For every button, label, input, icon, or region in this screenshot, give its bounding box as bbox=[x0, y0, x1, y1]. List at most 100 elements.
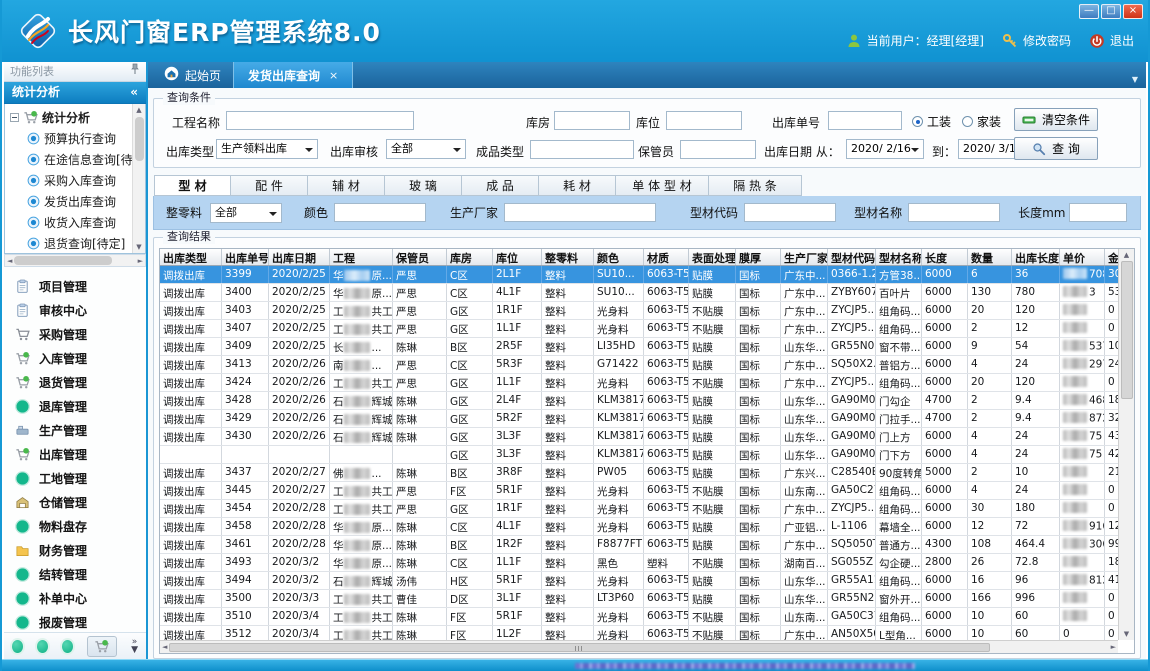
tab-list-caret-icon[interactable]: ▼ bbox=[1132, 75, 1138, 84]
scroll-left-icon[interactable]: ◄ bbox=[162, 641, 167, 653]
table-row[interactable]: 调拨出库34582020/2/28华原...陈琳C区4L1F整料光身料6063-… bbox=[160, 518, 1118, 536]
tree-hscroll-thumb[interactable] bbox=[14, 256, 112, 265]
column-header[interactable]: 库位 bbox=[493, 249, 542, 265]
material-tab[interactable]: 配 件 bbox=[231, 175, 308, 196]
tree-horizontal-scrollbar[interactable]: ◄ ► bbox=[4, 254, 146, 267]
project-name-input[interactable] bbox=[226, 111, 414, 130]
color-input[interactable] bbox=[334, 203, 426, 222]
scroll-right-icon[interactable]: ► bbox=[138, 255, 143, 267]
tab-close-icon[interactable]: × bbox=[329, 69, 338, 82]
table-row[interactable]: 调拨出库33992020/2/25华原...严思C区2L1F整料SU10...6… bbox=[160, 266, 1118, 284]
material-tab[interactable]: 耗 材 bbox=[539, 175, 616, 196]
table-row[interactable]: 调拨出库34942020/3/2石辉城汤伟H区5R1F整料光身料6063-T5贴… bbox=[160, 572, 1118, 590]
material-tab[interactable]: 辅 材 bbox=[308, 175, 385, 196]
scroll-right-icon[interactable]: ► bbox=[1111, 641, 1116, 653]
column-header[interactable]: 表面处理 bbox=[689, 249, 736, 265]
window-maximize-button[interactable]: □ bbox=[1101, 4, 1121, 19]
sidebar-item[interactable]: 结转管理 bbox=[4, 562, 146, 586]
search-button[interactable]: 查 询 bbox=[1014, 137, 1098, 160]
tree-item[interactable]: 预算执行查询 bbox=[10, 128, 145, 149]
scroll-left-icon[interactable]: ◄ bbox=[7, 255, 12, 267]
location-input[interactable] bbox=[666, 111, 742, 130]
column-header[interactable]: 材质 bbox=[644, 249, 689, 265]
module-dot-icon[interactable] bbox=[37, 640, 48, 653]
tab-shipping-outbound-query[interactable]: 发货出库查询 × bbox=[233, 62, 353, 88]
table-vscroll-thumb[interactable] bbox=[1121, 261, 1133, 399]
column-header[interactable]: 出库长度 bbox=[1012, 249, 1060, 265]
column-header[interactable]: 出库单号 bbox=[222, 249, 269, 265]
module-dot-icon[interactable] bbox=[62, 640, 73, 653]
sidebar-item[interactable]: 退货管理 bbox=[4, 370, 146, 394]
tree-root[interactable]: 统计分析 bbox=[10, 107, 145, 128]
table-row[interactable]: 调拨出库34302020/2/26石辉城陈琳G区3L3F整料KLM3817606… bbox=[160, 428, 1118, 446]
pin-icon[interactable] bbox=[130, 62, 140, 81]
material-tab[interactable]: 型 材 bbox=[154, 175, 231, 196]
tree-item[interactable]: 发货出库查询 bbox=[10, 191, 145, 212]
radio-homewear[interactable]: 家装 bbox=[962, 113, 1001, 130]
column-header[interactable]: 膜厚 bbox=[736, 249, 781, 265]
column-header[interactable]: 型材名称 bbox=[876, 249, 922, 265]
sidebar-item[interactable]: 采购管理 bbox=[4, 322, 146, 346]
scroll-up-icon[interactable]: ▲ bbox=[1124, 249, 1129, 261]
profile-name-input[interactable] bbox=[908, 203, 1000, 222]
sidebar-item[interactable]: 审核中心 bbox=[4, 298, 146, 322]
sidebar-item[interactable]: 生产管理 bbox=[4, 418, 146, 442]
audit-select[interactable]: 全部 bbox=[386, 139, 466, 159]
column-header[interactable]: 出库日期 bbox=[269, 249, 330, 265]
sidebar-item[interactable]: 入库管理 bbox=[4, 346, 146, 370]
table-horizontal-scrollbar[interactable]: ◄ ► bbox=[160, 640, 1118, 653]
factory-input[interactable] bbox=[504, 203, 656, 222]
tree-item[interactable]: 收货入库查询 bbox=[10, 212, 145, 233]
material-tab[interactable]: 单 体 型 材 bbox=[616, 175, 709, 196]
table-row[interactable]: 调拨出库34292020/2/26石辉城陈琳G区5R2F整料KLM3817606… bbox=[160, 410, 1118, 428]
sidebar-item[interactable]: 补单中心 bbox=[4, 586, 146, 610]
radio-workwear[interactable]: 工装 bbox=[912, 113, 951, 130]
whole-part-select[interactable]: 全部 bbox=[210, 203, 282, 223]
table-row[interactable]: 调拨出库34612020/2/28华原...陈琳B区1R2F整料F8877FT6… bbox=[160, 536, 1118, 554]
tree-item[interactable]: 退货查询[待定] bbox=[10, 233, 145, 254]
tree-vscroll-thumb[interactable] bbox=[135, 117, 144, 161]
out-type-select[interactable]: 生产领料出库 bbox=[216, 139, 318, 159]
product-type-input[interactable] bbox=[530, 140, 634, 159]
table-row[interactable]: 调拨出库35122020/3/4工共工程陈琳F区1L2F整料光身料6063-T5… bbox=[160, 626, 1118, 640]
sidebar-item[interactable]: 工地管理 bbox=[4, 466, 146, 490]
keeper-input[interactable] bbox=[680, 140, 756, 159]
tree-item[interactable]: 采购入库查询 bbox=[10, 170, 145, 191]
scroll-down-icon[interactable]: ▼ bbox=[136, 241, 141, 253]
sidebar-item[interactable]: 退库管理 bbox=[4, 394, 146, 418]
tree-item[interactable]: 在途信息查询[待 bbox=[10, 149, 145, 170]
table-row[interactable]: 调拨出库34132020/2/26南...严思C区5R3F整料G71422606… bbox=[160, 356, 1118, 374]
sidebar-group-header[interactable]: 统计分析 « bbox=[4, 82, 146, 104]
collapse-icon[interactable]: « bbox=[130, 82, 138, 103]
sidebar-item[interactable]: 仓储管理 bbox=[4, 490, 146, 514]
sidebar-item[interactable]: 出库管理 bbox=[4, 442, 146, 466]
window-minimize-button[interactable]: — bbox=[1079, 4, 1099, 19]
table-row[interactable]: 调拨出库34032020/2/25工共工程严思G区1R1F整料光身料6063-T… bbox=[160, 302, 1118, 320]
clear-conditions-button[interactable]: 清空条件 bbox=[1014, 108, 1098, 131]
material-tab[interactable]: 隔 热 条 bbox=[709, 175, 802, 196]
table-row[interactable]: 调拨出库34452020/2/27工共工程严思F区5R1F整料光身料6063-T… bbox=[160, 482, 1118, 500]
date-from-select[interactable]: 2020/ 2/16 bbox=[846, 139, 924, 159]
table-row[interactable]: 调拨出库34932020/3/2华原...陈琳C区1L1F整料黑色塑料不贴膜国标… bbox=[160, 554, 1118, 572]
table-row[interactable]: 调拨出库34002020/2/25华原...严思C区4L1F整料SU10...6… bbox=[160, 284, 1118, 302]
window-close-button[interactable]: × bbox=[1123, 4, 1143, 19]
more-modules-button[interactable]: »▼ bbox=[131, 638, 138, 654]
scroll-up-icon[interactable]: ▲ bbox=[136, 104, 141, 116]
table-row[interactable]: 调拨出库34372020/2/27佛...陈琳B区3R8F整料PW056063-… bbox=[160, 464, 1118, 482]
tab-home[interactable]: 起始页 bbox=[152, 62, 233, 88]
table-row[interactable]: G区3L3F整料KLM38176063-T5贴膜国标山东华...GA90M09.… bbox=[160, 446, 1118, 464]
length-input[interactable] bbox=[1069, 203, 1127, 222]
table-row[interactable]: 调拨出库34542020/2/28工共工程严思G区1R1F整料光身料6063-T… bbox=[160, 500, 1118, 518]
table-row[interactable]: 调拨出库35002020/3/3工共工程曹佳D区3L1F整料LT3P606063… bbox=[160, 590, 1118, 608]
column-header[interactable]: 长度 bbox=[922, 249, 968, 265]
sidebar-item[interactable]: 财务管理 bbox=[4, 538, 146, 562]
column-header[interactable]: 数量 bbox=[968, 249, 1012, 265]
column-header[interactable]: 保管员 bbox=[393, 249, 447, 265]
sidebar-item[interactable]: 物料盘存 bbox=[4, 514, 146, 538]
change-password-link[interactable]: 修改密码 bbox=[1002, 32, 1071, 49]
order-no-input[interactable] bbox=[828, 111, 902, 130]
module-dot-icon[interactable] bbox=[12, 640, 23, 653]
column-header[interactable]: 整零料 bbox=[542, 249, 594, 265]
module-cart-button[interactable] bbox=[87, 636, 117, 657]
warehouse-input[interactable] bbox=[554, 111, 630, 130]
